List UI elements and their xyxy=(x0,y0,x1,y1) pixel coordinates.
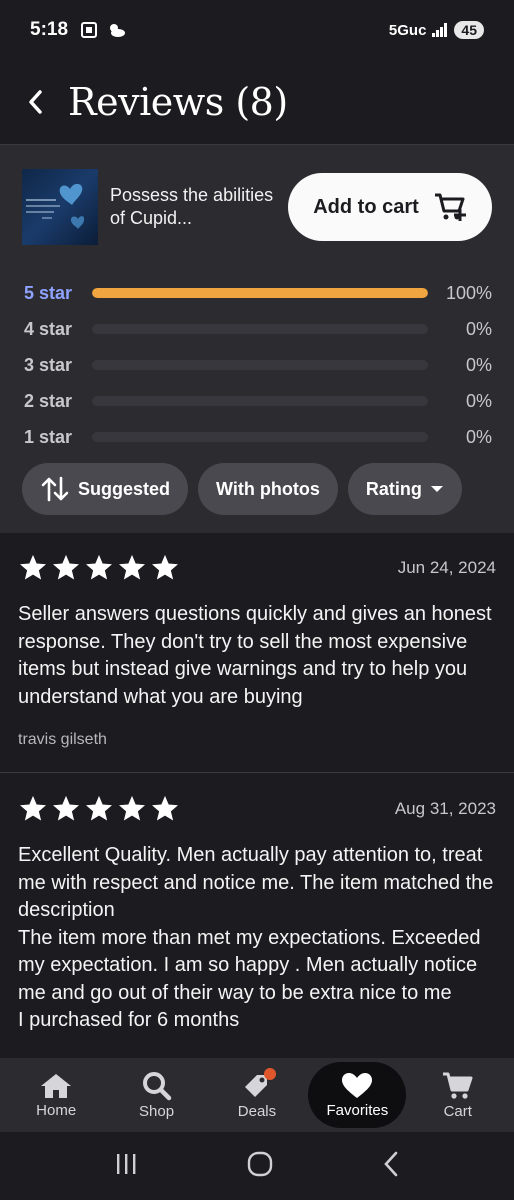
rating-filter-chip[interactable]: Rating xyxy=(347,463,462,515)
cart-plus-icon xyxy=(434,193,466,221)
star-icon xyxy=(152,554,178,580)
with-photos-label: With photos xyxy=(216,478,320,499)
home-icon xyxy=(41,1073,72,1098)
deals-notification-dot xyxy=(263,1068,276,1080)
filter-chips: Suggested With photos Rating xyxy=(22,463,462,515)
circle-home-icon xyxy=(247,1151,273,1176)
nav-deals-label: Deals xyxy=(237,1102,277,1120)
back-button[interactable] xyxy=(22,82,48,122)
rating-label: 4 star xyxy=(24,318,73,339)
rating-bar xyxy=(92,324,428,334)
weather-icon xyxy=(110,24,126,37)
star-icon xyxy=(53,554,79,580)
rating-percent: 0% xyxy=(465,318,492,339)
nav-home[interactable]: Home xyxy=(7,1062,105,1128)
nav-deals[interactable]: Deals xyxy=(208,1062,306,1128)
star-icon xyxy=(20,554,46,580)
reviewer-name[interactable]: travis gilseth xyxy=(18,731,496,749)
star-icon xyxy=(20,795,46,821)
rating-bar xyxy=(92,288,428,298)
recent-apps-icon xyxy=(117,1153,136,1174)
review-card: Jun 24, 2024 Seller answers questions qu… xyxy=(0,533,514,773)
chevron-left-icon xyxy=(29,90,42,114)
rating-bar-fill xyxy=(92,288,428,298)
nav-shop-label: Shop xyxy=(139,1102,175,1120)
star-icon xyxy=(86,795,112,821)
rating-distribution: 5 star 100% 4 star 0% 3 star 0% 2 star 0… xyxy=(24,275,492,455)
rating-percent: 0% xyxy=(465,426,492,447)
sort-suggested-label: Suggested xyxy=(78,478,171,499)
review-text: Excellent Quality. Men actually pay atte… xyxy=(18,844,494,1031)
rating-percent: 0% xyxy=(465,354,492,375)
rating-label: 2 star xyxy=(24,390,73,411)
star-rating xyxy=(18,794,180,824)
search-icon xyxy=(142,1071,171,1100)
home-system-button[interactable] xyxy=(247,1151,273,1182)
review-date: Aug 31, 2023 xyxy=(394,799,496,818)
rating-percent: 0% xyxy=(465,390,492,411)
star-icon xyxy=(119,554,145,580)
rating-label: 5 star xyxy=(24,282,73,303)
review-summary: Possess the abilities of Cupid... Add to… xyxy=(0,144,514,533)
recent-apps-button[interactable] xyxy=(114,1152,138,1181)
review-date: Jun 24, 2024 xyxy=(397,558,496,577)
nav-favorites-label: Favorites xyxy=(326,1101,389,1119)
review-card: Aug 31, 2023 Excellent Quality. Men actu… xyxy=(0,774,514,1058)
product-name[interactable]: Possess the abilities of Cupid... xyxy=(110,184,280,230)
nav-home-label: Home xyxy=(36,1101,77,1119)
status-time: 5:18 xyxy=(30,19,69,40)
back-arrow-icon xyxy=(383,1151,397,1176)
rating-row-2[interactable]: 2 star 0% xyxy=(24,383,492,419)
nav-cart-label: Cart xyxy=(443,1102,472,1120)
page-title: Reviews (8) xyxy=(68,80,288,124)
caret-down-icon xyxy=(430,486,443,492)
rating-row-1[interactable]: 1 star 0% xyxy=(24,419,492,455)
back-system-button[interactable] xyxy=(382,1151,400,1182)
nav-favorites[interactable]: Favorites xyxy=(308,1062,407,1128)
rating-row-5[interactable]: 5 star 100% xyxy=(24,275,492,311)
status-bar: 5:18 5Guc 45 xyxy=(0,0,514,60)
rating-filter-label: Rating xyxy=(365,478,422,499)
bottom-nav: Home Shop Deals Favorites Cart xyxy=(0,1058,514,1132)
product-row: Possess the abilities of Cupid... Add to… xyxy=(22,169,492,245)
cart-icon xyxy=(442,1072,473,1099)
star-icon xyxy=(152,795,178,821)
rating-percent: 100% xyxy=(445,282,492,303)
product-thumbnail[interactable] xyxy=(22,169,98,245)
star-icon xyxy=(119,795,145,821)
signal-icon xyxy=(432,23,448,37)
with-photos-chip[interactable]: With photos xyxy=(198,463,338,515)
rating-bar xyxy=(92,432,428,442)
sort-suggested-chip[interactable]: Suggested xyxy=(22,463,189,515)
battery-indicator: 45 xyxy=(454,21,484,39)
network-label: 5Guc xyxy=(388,21,427,39)
star-icon xyxy=(53,795,79,821)
star-icon xyxy=(86,554,112,580)
rating-row-3[interactable]: 3 star 0% xyxy=(24,347,492,383)
nav-shop[interactable]: Shop xyxy=(108,1062,206,1128)
header: Reviews (8) xyxy=(0,62,514,142)
nav-cart[interactable]: Cart xyxy=(409,1062,507,1128)
rating-bar xyxy=(92,360,428,370)
review-text: Seller answers questions quickly and giv… xyxy=(18,603,492,708)
add-to-cart-button[interactable]: Add to cart xyxy=(288,173,492,241)
add-to-cart-label: Add to cart xyxy=(313,195,419,218)
system-nav-bar xyxy=(0,1132,514,1200)
heart-icon xyxy=(26,183,85,229)
rating-label: 1 star xyxy=(24,426,73,447)
star-rating xyxy=(18,553,180,583)
rating-label: 3 star xyxy=(24,354,73,375)
screenshot-icon xyxy=(81,22,98,38)
sort-arrows-icon xyxy=(41,476,69,502)
rating-row-4[interactable]: 4 star 0% xyxy=(24,311,492,347)
heart-icon xyxy=(342,1072,373,1098)
rating-bar xyxy=(92,396,428,406)
